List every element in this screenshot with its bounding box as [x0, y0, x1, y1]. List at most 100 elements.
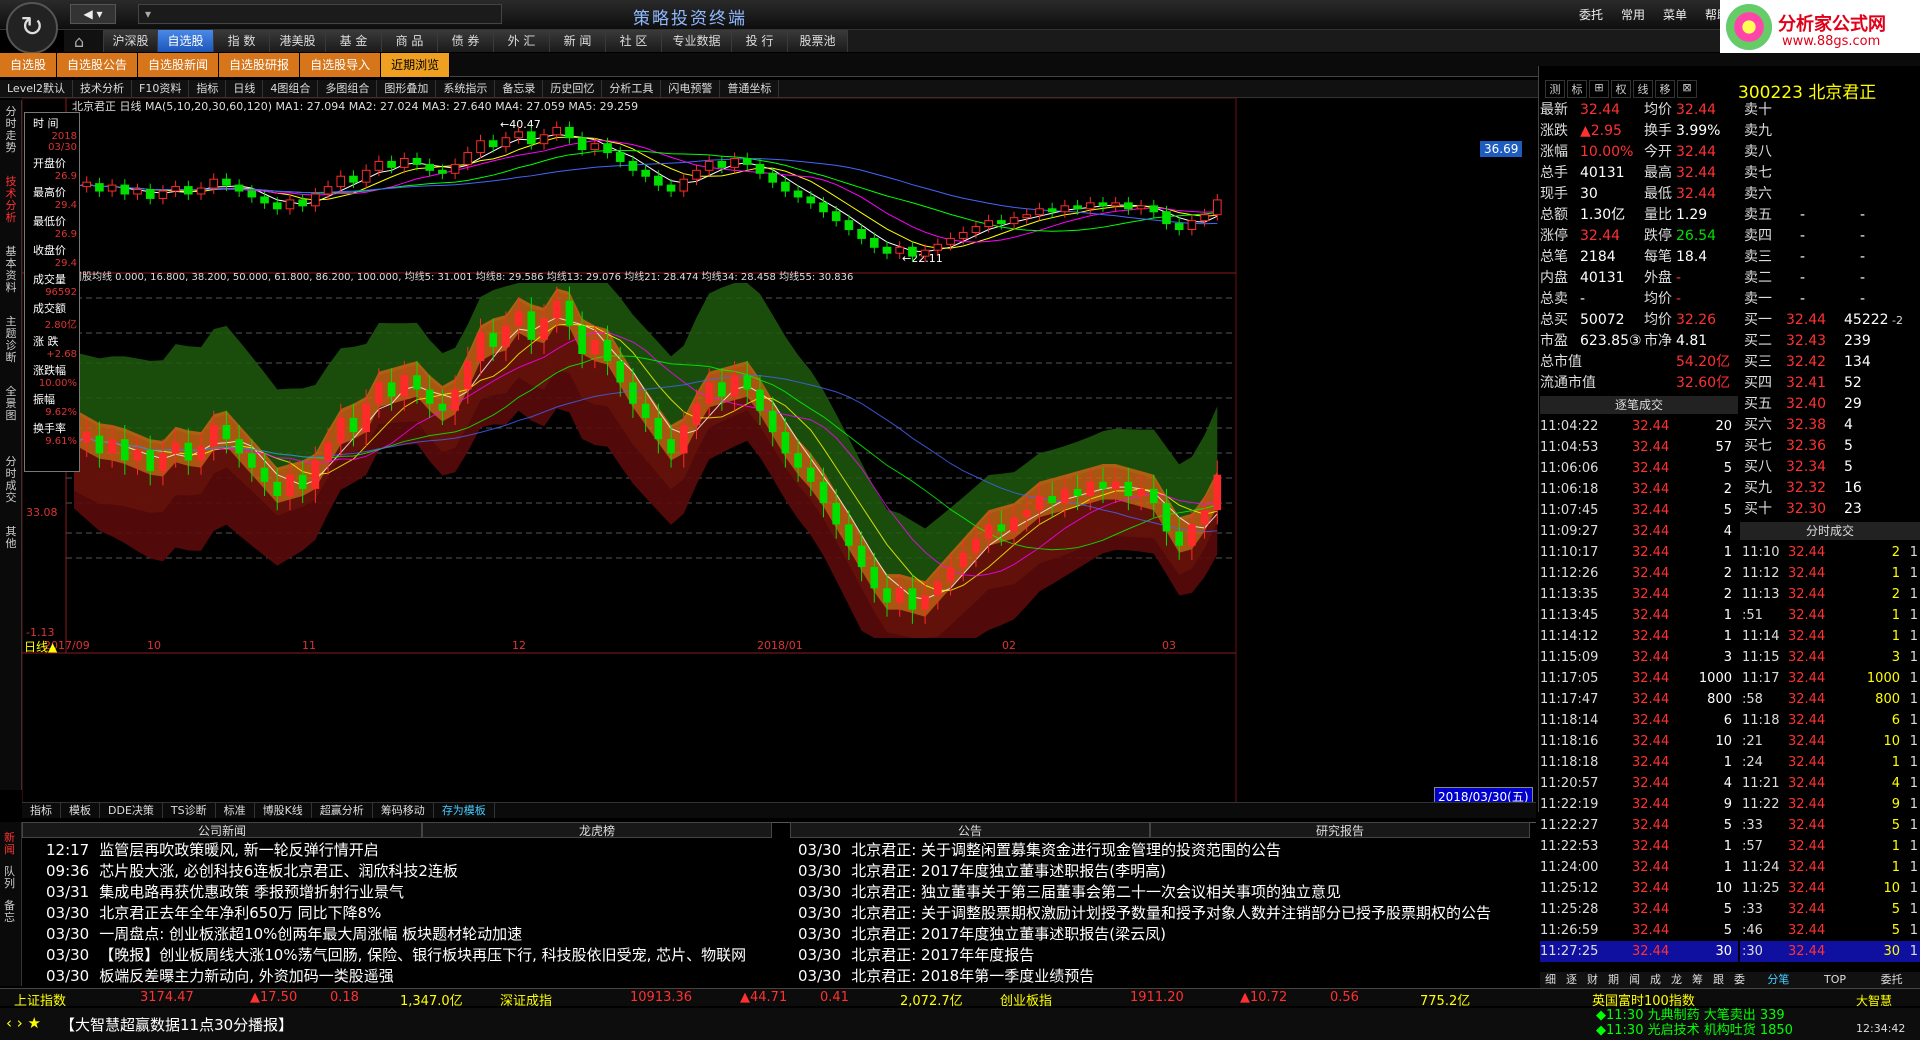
quote-bottom-tab[interactable]: 筹: [1687, 972, 1708, 988]
indicator-tab[interactable]: DDE决策: [100, 803, 163, 818]
quote-tool-button[interactable]: 测: [1545, 80, 1565, 98]
toolbar-item[interactable]: 多图组合: [318, 80, 378, 98]
top-menu-item[interactable]: 菜单: [1654, 6, 1696, 23]
toolbar-item[interactable]: 普通坐标: [720, 80, 780, 98]
toolbar-item[interactable]: 分析工具: [602, 80, 662, 98]
news-side-tab[interactable]: 队列: [4, 866, 18, 890]
status-ticker[interactable]: 【大智慧超赢数据11点30分播报】: [60, 1014, 293, 1035]
toolbar-item[interactable]: 4图组合: [263, 80, 319, 98]
toolbar-item[interactable]: 图形叠加: [377, 80, 437, 98]
index-bar-item[interactable]: 深证成指: [500, 990, 552, 1009]
notice-item[interactable]: 03/30 北京君正: 2017年度独立董事述职报告(梁云凤): [798, 924, 1528, 945]
notice-item[interactable]: 03/30 北京君正: 关于调整股票期权激励计划授予数量和授予对象人数并注销部分已…: [798, 903, 1528, 924]
menu-item[interactable]: 投 行: [732, 30, 788, 52]
menu-item[interactable]: 股票池: [788, 30, 848, 52]
company-news-item[interactable]: 03/30 【晚报】创业板周线大涨10%荡气回肠, 保险、银行板块再压下行, 科技…: [46, 945, 786, 966]
sub-tab[interactable]: 自选股导入: [300, 53, 382, 77]
toolbar-item[interactable]: F10资料: [132, 80, 190, 98]
quote-bottom-tab[interactable]: 龙: [1666, 972, 1687, 988]
index-bar-item[interactable]: 创业板指: [1000, 990, 1052, 1009]
notice-item[interactable]: 03/30 北京君正: 关于调整闲置募集资金进行现金管理的投资范围的公告: [798, 840, 1528, 861]
indicator-tab[interactable]: 筹码移动: [373, 803, 434, 818]
indicator-tab[interactable]: 指标: [22, 803, 61, 818]
quote-tool-button[interactable]: ⊞: [1589, 80, 1609, 98]
vertical-tab[interactable]: 分时走势: [4, 106, 18, 170]
vertical-tab[interactable]: 技术分析: [4, 176, 18, 240]
news-side-tab[interactable]: 备忘: [4, 900, 18, 924]
quote-bottom-tab[interactable]: 期: [1603, 972, 1624, 988]
notice-item[interactable]: 03/30 北京君正: 2017年度独立董事述职报告(李明高): [798, 861, 1528, 882]
notice-header[interactable]: 公告: [790, 822, 1150, 838]
company-news-header[interactable]: 公司新闻: [22, 822, 422, 838]
index-bar-item[interactable]: 上证指数: [14, 990, 66, 1009]
toolbar-item[interactable]: 闪电预警: [661, 80, 721, 98]
menu-item[interactable]: 商 品: [382, 30, 438, 52]
minute-trades-header[interactable]: 分时成交: [1740, 522, 1920, 540]
back-button[interactable]: ◀ ▾: [70, 4, 116, 24]
company-news-item[interactable]: 09:36 芯片股大涨, 必创科技6连板北京君正、润欣科技2连板: [46, 861, 786, 882]
quote-bottom-tab[interactable]: 细: [1540, 972, 1561, 988]
trades-header[interactable]: 逐笔成交: [1540, 396, 1738, 414]
news-side-tab[interactable]: 新闻: [4, 832, 18, 856]
quote-bottom-tab[interactable]: 委: [1729, 972, 1750, 988]
dragon-list-header[interactable]: 龙虎榜: [422, 822, 772, 838]
menu-item[interactable]: 自选股: [158, 30, 214, 52]
quote-bottom-tab[interactable]: 跟: [1708, 972, 1729, 988]
status-alert[interactable]: ◆11:30 光启技术 机构吐货 1850: [1596, 1023, 1793, 1038]
company-news-item[interactable]: 12:17 监管层再吹政策暖风, 新一轮反弹行情开启: [46, 840, 786, 861]
notice-item[interactable]: 03/30 北京君正: 2017年年度报告: [798, 945, 1528, 966]
vertical-tab[interactable]: 主题诊断: [4, 316, 18, 380]
indicator-tab[interactable]: 存为模板: [434, 803, 495, 818]
top-menu-item[interactable]: 委托: [1570, 6, 1612, 23]
search-input[interactable]: ▾: [138, 4, 502, 24]
quote-bottom-tab[interactable]: 闻: [1624, 972, 1645, 988]
quote-tool-button[interactable]: ⊠: [1677, 80, 1697, 98]
sub-tab[interactable]: 近期浏览: [381, 53, 451, 77]
menu-item[interactable]: 指 数: [214, 30, 270, 52]
sub-tab[interactable]: 自选股研报: [219, 53, 301, 77]
status-alert[interactable]: ◆11:30 九典制药 大笔卖出 339: [1596, 1008, 1793, 1023]
indicator-tab[interactable]: 标准: [216, 803, 255, 818]
sub-tab[interactable]: 自选股公告: [57, 53, 139, 77]
sub-tab[interactable]: 自选股新闻: [138, 53, 220, 77]
toolbar-item[interactable]: 技术分析: [73, 80, 133, 98]
menu-item[interactable]: 债 券: [438, 30, 494, 52]
toolbar-item[interactable]: 备忘录: [495, 80, 544, 98]
toolbar-item[interactable]: Level2默认: [0, 80, 74, 98]
indicator-tab[interactable]: TS诊断: [163, 803, 216, 818]
menu-item[interactable]: 新 闻: [550, 30, 606, 52]
indicator-tab[interactable]: 博股K线: [255, 803, 312, 818]
toolbar-item[interactable]: 日线: [226, 80, 264, 98]
quote-tool-button[interactable]: 移: [1655, 80, 1675, 98]
sub-tab[interactable]: 自选股: [0, 53, 58, 77]
toolbar-item[interactable]: 历史回忆: [543, 80, 603, 98]
quote-tool-button[interactable]: 线: [1633, 80, 1653, 98]
menu-item[interactable]: 港美股: [270, 30, 326, 52]
kline-chart-svg[interactable]: 北京君正 日线 MA(5,10,20,30,60,120) MA1: 27.09…: [22, 98, 1536, 810]
indicator-tab[interactable]: 超赢分析: [312, 803, 373, 818]
menu-item[interactable]: 外 汇: [494, 30, 550, 52]
status-nav-icons[interactable]: ‹ › ★: [6, 1014, 41, 1032]
company-news-item[interactable]: 03/30 一周盘点: 创业板涨超10%创两年最大周涨幅 板块题材轮动加速: [46, 924, 786, 945]
toolbar-item[interactable]: 指标: [189, 80, 227, 98]
kline-chart[interactable]: 北京君正 日线 MA(5,10,20,30,60,120) MA1: 27.09…: [22, 98, 1536, 810]
company-news-item[interactable]: 03/31 集成电路再获优惠政策 季报预增折射行业景气: [46, 882, 786, 903]
research-header[interactable]: 研究报告: [1150, 822, 1530, 838]
quote-bottom-tab[interactable]: 委托: [1863, 972, 1920, 988]
quote-tool-button[interactable]: 标: [1567, 80, 1587, 98]
quote-bottom-tab[interactable]: 财: [1582, 972, 1603, 988]
company-news-item[interactable]: 03/30 北京君正去年全年净利650万 同比下降8%: [46, 903, 786, 924]
quote-bottom-tab[interactable]: TOP: [1807, 972, 1864, 988]
top-menu-item[interactable]: 常用: [1612, 6, 1654, 23]
indicator-tab[interactable]: 模板: [61, 803, 100, 818]
menu-item[interactable]: 沪深股: [104, 30, 158, 52]
quote-bottom-tab[interactable]: 分笔: [1750, 972, 1807, 988]
menu-item[interactable]: 基 金: [326, 30, 382, 52]
vertical-tab[interactable]: 分时成交: [4, 456, 18, 520]
vertical-tab[interactable]: 基本资料: [4, 246, 18, 310]
toolbar-item[interactable]: 系统指示: [436, 80, 496, 98]
index-bar-item[interactable]: 英国富时100指数: [1592, 990, 1695, 1009]
vertical-tab[interactable]: 其他: [4, 526, 18, 590]
quote-tool-button[interactable]: 权: [1611, 80, 1631, 98]
menu-item[interactable]: 专业数据: [662, 30, 732, 52]
